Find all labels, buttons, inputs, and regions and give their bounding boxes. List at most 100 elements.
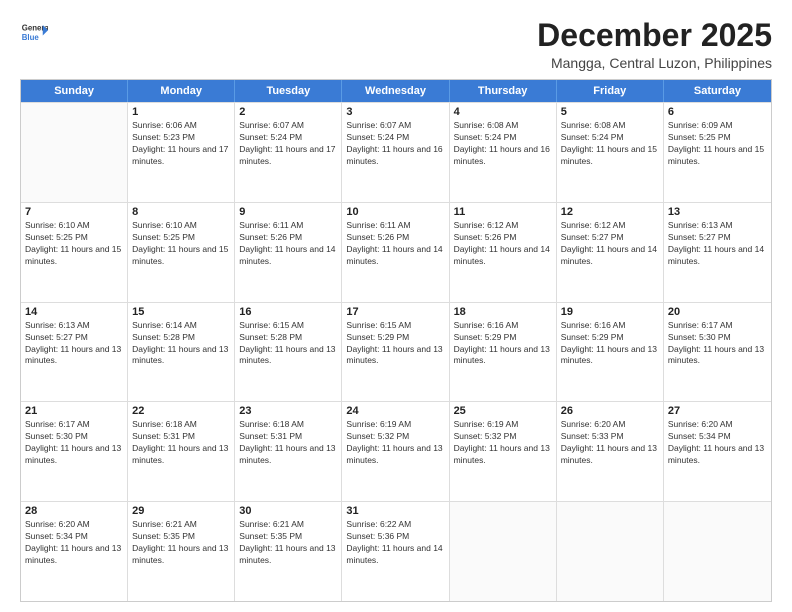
day-number: 14 <box>25 306 123 318</box>
day-number: 5 <box>561 106 659 118</box>
day-number: 29 <box>132 505 230 517</box>
day-number: 20 <box>668 306 767 318</box>
calendar-cell: 17Sunrise: 6:15 AMSunset: 5:29 PMDayligh… <box>342 303 449 402</box>
day-number: 17 <box>346 306 444 318</box>
day-number: 26 <box>561 405 659 417</box>
day-info: Sunrise: 6:20 AMSunset: 5:34 PMDaylight:… <box>25 519 123 567</box>
day-number: 25 <box>454 405 552 417</box>
day-info: Sunrise: 6:17 AMSunset: 5:30 PMDaylight:… <box>25 419 123 467</box>
day-info: Sunrise: 6:21 AMSunset: 5:35 PMDaylight:… <box>132 519 230 567</box>
day-number: 13 <box>668 206 767 218</box>
day-info: Sunrise: 6:20 AMSunset: 5:33 PMDaylight:… <box>561 419 659 467</box>
day-info: Sunrise: 6:20 AMSunset: 5:34 PMDaylight:… <box>668 419 767 467</box>
weekday-header: Monday <box>128 80 235 102</box>
day-info: Sunrise: 6:08 AMSunset: 5:24 PMDaylight:… <box>454 120 552 168</box>
day-info: Sunrise: 6:21 AMSunset: 5:35 PMDaylight:… <box>239 519 337 567</box>
day-info: Sunrise: 6:07 AMSunset: 5:24 PMDaylight:… <box>346 120 444 168</box>
day-number: 23 <box>239 405 337 417</box>
calendar-cell: 20 Sunrise: 6:17 AMSunset: 5:30 PMDayligh… <box>664 303 771 402</box>
calendar-cell: 11Sunrise: 6:12 AMSunset: 5:26 PMDayligh… <box>450 203 557 302</box>
day-info: Sunrise: 6:10 AMSunset: 5:25 PMDaylight:… <box>132 220 230 268</box>
calendar-cell: 8 Sunrise: 6:10 AMSunset: 5:25 PMDaylight… <box>128 203 235 302</box>
day-info: Sunrise: 6:16 AMSunset: 5:29 PMDaylight:… <box>561 320 659 368</box>
day-number: 7 <box>25 206 123 218</box>
calendar-cell: 23 Sunrise: 6:18 AMSunset: 5:31 PMDayligh… <box>235 402 342 501</box>
calendar-cell: 7Sunrise: 6:10 AMSunset: 5:25 PMDaylight… <box>21 203 128 302</box>
day-number: 9 <box>239 206 337 218</box>
logo: General Blue <box>20 18 48 46</box>
day-info: Sunrise: 6:17 AMSunset: 5:30 PMDaylight:… <box>668 320 767 368</box>
day-number: 18 <box>454 306 552 318</box>
calendar-cell: 19 Sunrise: 6:16 AMSunset: 5:29 PMDayligh… <box>557 303 664 402</box>
calendar-cell: 9 Sunrise: 6:11 AMSunset: 5:26 PMDaylight… <box>235 203 342 302</box>
day-number: 3 <box>346 106 444 118</box>
day-info: Sunrise: 6:06 AMSunset: 5:23 PMDaylight:… <box>132 120 230 168</box>
calendar-row: 1 Sunrise: 6:06 AMSunset: 5:23 PMDaylight… <box>21 102 771 202</box>
day-number: 1 <box>132 106 230 118</box>
day-info: Sunrise: 6:15 AMSunset: 5:28 PMDaylight:… <box>239 320 337 368</box>
calendar-row: 28 Sunrise: 6:20 AMSunset: 5:34 PMDayligh… <box>21 501 771 601</box>
day-number: 10 <box>346 206 444 218</box>
calendar-cell <box>664 502 771 601</box>
day-info: Sunrise: 6:11 AMSunset: 5:26 PMDaylight:… <box>346 220 444 268</box>
calendar-row: 7 Sunrise: 6:10 AMSunset: 5:25 PMDaylight… <box>21 202 771 302</box>
calendar-cell: 5 Sunrise: 6:08 AMSunset: 5:24 PMDaylight… <box>557 103 664 202</box>
day-number: 8 <box>132 206 230 218</box>
day-number: 12 <box>561 206 659 218</box>
day-info: Sunrise: 6:18 AMSunset: 5:31 PMDaylight:… <box>132 419 230 467</box>
calendar-cell: 29 Sunrise: 6:21 AMSunset: 5:35 PMDayligh… <box>128 502 235 601</box>
calendar-cell: 28 Sunrise: 6:20 AMSunset: 5:34 PMDayligh… <box>21 502 128 601</box>
calendar-cell: 2Sunrise: 6:07 AMSunset: 5:24 PMDaylight… <box>235 103 342 202</box>
day-info: Sunrise: 6:13 AMSunset: 5:27 PMDaylight:… <box>25 320 123 368</box>
calendar-cell: 25 Sunrise: 6:19 AMSunset: 5:32 PMDayligh… <box>450 402 557 501</box>
calendar-cell: 22 Sunrise: 6:18 AMSunset: 5:31 PMDayligh… <box>128 402 235 501</box>
day-info: Sunrise: 6:11 AMSunset: 5:26 PMDaylight:… <box>239 220 337 268</box>
day-info: Sunrise: 6:08 AMSunset: 5:24 PMDaylight:… <box>561 120 659 168</box>
calendar-header: SundayMondayTuesdayWednesdayThursdayFrid… <box>21 80 771 102</box>
header: General Blue December 2025 Mangga, Centr… <box>20 18 772 71</box>
calendar-body: 1 Sunrise: 6:06 AMSunset: 5:23 PMDaylight… <box>21 102 771 601</box>
calendar-cell: 21Sunrise: 6:17 AMSunset: 5:30 PMDayligh… <box>21 402 128 501</box>
day-info: Sunrise: 6:19 AMSunset: 5:32 PMDaylight:… <box>346 419 444 467</box>
day-number: 31 <box>346 505 444 517</box>
calendar-cell: 24 Sunrise: 6:19 AMSunset: 5:32 PMDayligh… <box>342 402 449 501</box>
calendar-row: 21Sunrise: 6:17 AMSunset: 5:30 PMDayligh… <box>21 401 771 501</box>
day-info: Sunrise: 6:18 AMSunset: 5:31 PMDaylight:… <box>239 419 337 467</box>
day-number: 24 <box>346 405 444 417</box>
day-info: Sunrise: 6:14 AMSunset: 5:28 PMDaylight:… <box>132 320 230 368</box>
day-number: 22 <box>132 405 230 417</box>
day-info: Sunrise: 6:09 AMSunset: 5:25 PMDaylight:… <box>668 120 767 168</box>
day-number: 19 <box>561 306 659 318</box>
day-number: 30 <box>239 505 337 517</box>
calendar-cell: 26 Sunrise: 6:20 AMSunset: 5:33 PMDayligh… <box>557 402 664 501</box>
calendar-cell: 14 Sunrise: 6:13 AMSunset: 5:27 PMDayligh… <box>21 303 128 402</box>
page: General Blue December 2025 Mangga, Centr… <box>0 0 792 612</box>
day-info: Sunrise: 6:22 AMSunset: 5:36 PMDaylight:… <box>346 519 444 567</box>
weekday-header: Sunday <box>21 80 128 102</box>
calendar-cell <box>21 103 128 202</box>
calendar-cell: 30 Sunrise: 6:21 AMSunset: 5:35 PMDayligh… <box>235 502 342 601</box>
title-block: December 2025 Mangga, Central Luzon, Phi… <box>537 18 772 71</box>
calendar-cell: 4 Sunrise: 6:08 AMSunset: 5:24 PMDaylight… <box>450 103 557 202</box>
calendar-cell: 12Sunrise: 6:12 AMSunset: 5:27 PMDayligh… <box>557 203 664 302</box>
day-info: Sunrise: 6:07 AMSunset: 5:24 PMDaylight:… <box>239 120 337 168</box>
day-number: 16 <box>239 306 337 318</box>
weekday-header: Wednesday <box>342 80 449 102</box>
day-number: 4 <box>454 106 552 118</box>
calendar-cell: 6Sunrise: 6:09 AMSunset: 5:25 PMDaylight… <box>664 103 771 202</box>
location: Mangga, Central Luzon, Philippines <box>537 55 772 71</box>
weekday-header: Friday <box>557 80 664 102</box>
day-info: Sunrise: 6:19 AMSunset: 5:32 PMDaylight:… <box>454 419 552 467</box>
calendar-row: 14 Sunrise: 6:13 AMSunset: 5:27 PMDayligh… <box>21 302 771 402</box>
day-info: Sunrise: 6:12 AMSunset: 5:26 PMDaylight:… <box>454 220 552 268</box>
calendar-cell: 16 Sunrise: 6:15 AMSunset: 5:28 PMDayligh… <box>235 303 342 402</box>
day-info: Sunrise: 6:16 AMSunset: 5:29 PMDaylight:… <box>454 320 552 368</box>
calendar-cell <box>450 502 557 601</box>
weekday-header: Tuesday <box>235 80 342 102</box>
month-title: December 2025 <box>537 18 772 53</box>
calendar-cell: 3 Sunrise: 6:07 AMSunset: 5:24 PMDaylight… <box>342 103 449 202</box>
day-number: 28 <box>25 505 123 517</box>
calendar-cell: 18 Sunrise: 6:16 AMSunset: 5:29 PMDayligh… <box>450 303 557 402</box>
day-number: 27 <box>668 405 767 417</box>
day-number: 15 <box>132 306 230 318</box>
